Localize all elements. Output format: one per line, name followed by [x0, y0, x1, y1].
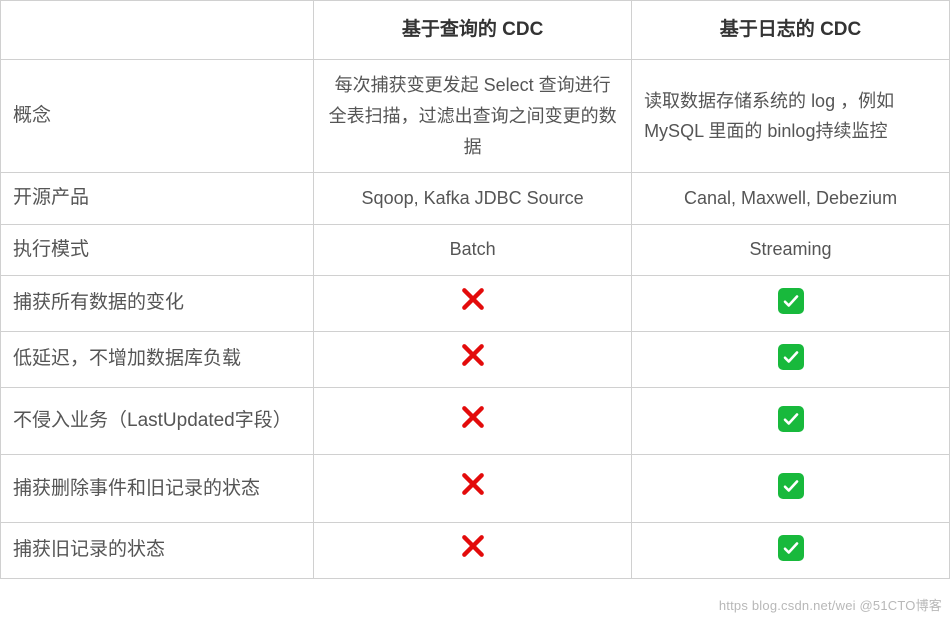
table-row: 概念每次捕获变更发起 Select 查询进行全表扫描，过滤出查询之间变更的数据读… — [1, 60, 950, 173]
row-label: 低延迟，不增加数据库负载 — [1, 331, 314, 387]
cross-icon — [460, 404, 486, 430]
cell-text: Canal, Maxwell, Debezium — [632, 173, 950, 224]
table-row: 开源产品Sqoop, Kafka JDBC SourceCanal, Maxwe… — [1, 173, 950, 224]
cell-icon — [632, 523, 950, 579]
row-label: 概念 — [1, 60, 314, 173]
cell-text: Sqoop, Kafka JDBC Source — [314, 173, 632, 224]
header-blank — [1, 1, 314, 60]
cell-icon — [314, 387, 632, 455]
table-row: 执行模式BatchStreaming — [1, 224, 950, 275]
row-label: 不侵入业务（LastUpdated字段） — [1, 387, 314, 455]
header-col2: 基于日志的 CDC — [632, 1, 950, 60]
row-label: 开源产品 — [1, 173, 314, 224]
cell-text: Batch — [314, 224, 632, 275]
row-label: 捕获删除事件和旧记录的状态 — [1, 455, 314, 523]
watermark-text: https blog.csdn.net/wei @51CTO博客 — [719, 595, 942, 614]
cell-icon — [632, 387, 950, 455]
check-icon — [778, 288, 804, 314]
table-row: 低延迟，不增加数据库负载 — [1, 331, 950, 387]
cell-icon — [632, 455, 950, 523]
cell-icon — [632, 275, 950, 331]
cell-text: 读取数据存储系统的 log ，例如 MySQL 里面的 binlog持续监控 — [632, 60, 950, 173]
cell-icon — [632, 331, 950, 387]
cross-icon — [460, 471, 486, 497]
cell-text: 每次捕获变更发起 Select 查询进行全表扫描，过滤出查询之间变更的数据 — [314, 60, 632, 173]
cross-icon — [460, 286, 486, 312]
check-icon — [778, 344, 804, 370]
cell-icon — [314, 275, 632, 331]
table-row: 捕获所有数据的变化 — [1, 275, 950, 331]
table-row: 不侵入业务（LastUpdated字段） — [1, 387, 950, 455]
cell-text: Streaming — [632, 224, 950, 275]
cell-icon — [314, 523, 632, 579]
cross-icon — [460, 342, 486, 368]
table-header-row: 基于查询的 CDC 基于日志的 CDC — [1, 1, 950, 60]
table-row: 捕获删除事件和旧记录的状态 — [1, 455, 950, 523]
row-label: 捕获旧记录的状态 — [1, 523, 314, 579]
check-icon — [778, 406, 804, 432]
check-icon — [778, 473, 804, 499]
cell-icon — [314, 455, 632, 523]
check-icon — [778, 535, 804, 561]
row-label: 执行模式 — [1, 224, 314, 275]
row-label: 捕获所有数据的变化 — [1, 275, 314, 331]
table-row: 捕获旧记录的状态 — [1, 523, 950, 579]
comparison-table: 基于查询的 CDC 基于日志的 CDC 概念每次捕获变更发起 Select 查询… — [0, 0, 950, 579]
cross-icon — [460, 533, 486, 559]
header-col1: 基于查询的 CDC — [314, 1, 632, 60]
cell-icon — [314, 331, 632, 387]
